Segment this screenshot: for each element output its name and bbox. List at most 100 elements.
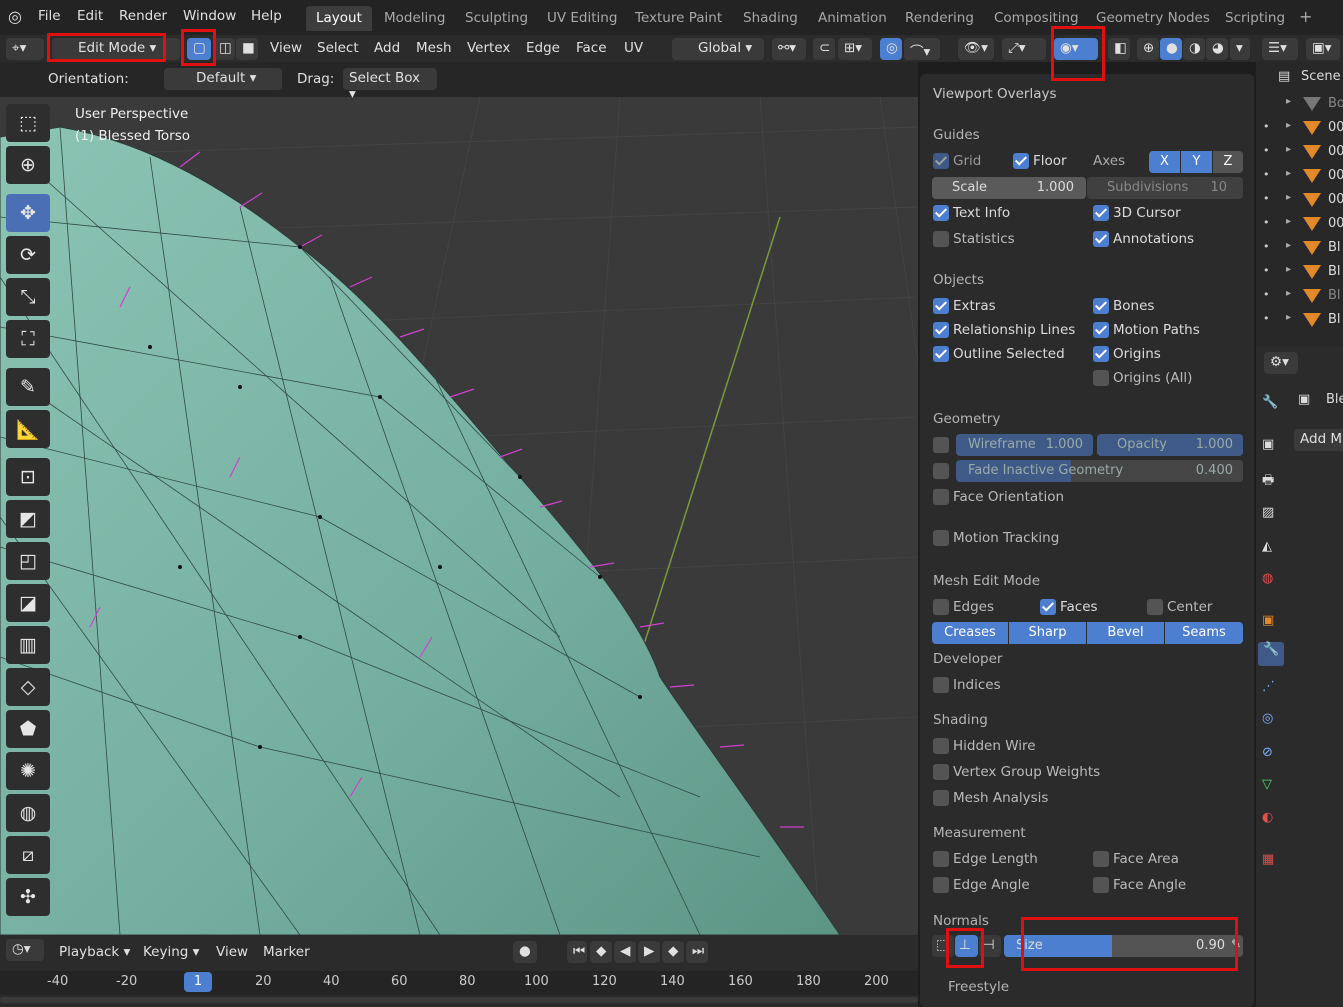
scene-props-icon[interactable]: ◭	[1262, 539, 1272, 554]
outliner-row[interactable]: • ▸ Bl	[1256, 308, 1343, 332]
physics-props-icon[interactable]: ◎	[1262, 711, 1273, 726]
motion-tracking-checkbox[interactable]	[933, 530, 949, 546]
menu-view[interactable]: View	[270, 40, 302, 56]
visibility-dot-icon[interactable]: •	[1263, 168, 1270, 181]
scale-icon[interactable]: ⤡	[6, 278, 50, 316]
data-props-icon[interactable]: ▽	[1262, 777, 1272, 792]
outliner-row[interactable]: • ▸ Bl	[1256, 284, 1343, 308]
outline-selected-checkbox[interactable]	[933, 346, 949, 362]
add-modifier-button[interactable]: Add M	[1294, 429, 1343, 451]
tab-compositing[interactable]: Compositing	[984, 6, 1089, 31]
shear-icon[interactable]: ⧄	[6, 836, 50, 874]
bevel-toggle[interactable]: Bevel	[1087, 622, 1164, 644]
timeline-view-menu[interactable]: View	[216, 944, 248, 960]
smooth-icon[interactable]: ◍	[6, 794, 50, 832]
playback-menu[interactable]: Playback ▾	[59, 944, 130, 960]
expand-arrow-icon[interactable]: ▸	[1286, 192, 1291, 203]
modifier-props-icon[interactable]: 🔧	[1258, 642, 1284, 666]
object-name[interactable]: Ble	[1326, 392, 1343, 407]
outliner-row[interactable]: • ▸ 00	[1256, 116, 1343, 140]
loop-cut-icon[interactable]: ▥	[6, 626, 50, 664]
menu-uv[interactable]: UV	[624, 40, 643, 56]
outliner-row[interactable]: • ▸ 00	[1256, 164, 1343, 188]
cursor-icon[interactable]: ⊕	[6, 146, 50, 184]
shrink-fatten-icon[interactable]: ✣	[6, 878, 50, 916]
text-info-checkbox[interactable]	[933, 205, 949, 221]
output-props-icon[interactable]: 🖶	[1262, 471, 1274, 493]
scale-field[interactable]: Scale 1.000	[932, 177, 1086, 199]
annotations-checkbox[interactable]	[1093, 231, 1109, 247]
bones-checkbox[interactable]	[1093, 298, 1109, 314]
face-select-mode[interactable]: ■	[236, 38, 258, 60]
opacity-field[interactable]: Opacity 1.000	[1097, 434, 1243, 456]
keying-menu[interactable]: Keying ▾	[143, 944, 199, 960]
tab-animation[interactable]: Animation	[808, 6, 897, 31]
eyedropper-icon[interactable]: ✎	[1231, 937, 1241, 951]
statistics-checkbox[interactable]	[933, 231, 949, 247]
menu-add[interactable]: Add	[374, 40, 400, 56]
rotate-icon[interactable]: ⟳	[6, 236, 50, 274]
expand-arrow-icon[interactable]: ▸	[1286, 120, 1291, 131]
axis-y-toggle[interactable]: Y	[1181, 151, 1212, 173]
snap-target-icon[interactable]: ⊞▾	[838, 38, 872, 60]
shading-options-icon[interactable]: ▾	[1230, 38, 1250, 60]
outliner-row[interactable]: ▸ Bo	[1256, 92, 1343, 116]
sharp-toggle[interactable]: Sharp	[1009, 622, 1086, 644]
constraints-props-icon[interactable]: ⊘	[1262, 745, 1273, 760]
menu-file[interactable]: File	[38, 8, 61, 24]
menu-edge[interactable]: Edge	[526, 40, 560, 56]
mode-select[interactable]: Edit Mode ▾	[52, 38, 180, 60]
outliner-row[interactable]: • ▸ 00	[1256, 212, 1343, 236]
view-layer-props-icon[interactable]: ▨	[1262, 505, 1274, 520]
outliner-row[interactable]: • ▸ Bl	[1256, 260, 1343, 284]
wireframe-field[interactable]: Wireframe 1.000	[956, 434, 1093, 456]
prev-keyframe-button[interactable]: ◆	[590, 941, 612, 963]
render-props-icon[interactable]: ▣	[1262, 437, 1274, 452]
visibility-dot-icon[interactable]: •	[1263, 120, 1270, 133]
expand-arrow-icon[interactable]: ▸	[1286, 312, 1291, 323]
add-cube-icon[interactable]: ⊡	[6, 458, 50, 496]
axis-z-toggle[interactable]: Z	[1213, 151, 1243, 173]
fade-inactive-field[interactable]: Fade Inactive Geometry 0.400	[956, 460, 1243, 482]
menu-edit[interactable]: Edit	[77, 8, 103, 24]
normals-size-field[interactable]: Size 0.90 ✎	[1004, 935, 1243, 957]
floor-checkbox[interactable]	[1013, 153, 1029, 169]
edges-checkbox[interactable]	[933, 599, 949, 615]
drag-select[interactable]: Select Box ▾	[343, 68, 437, 102]
transform-orientation-select[interactable]: Global ▾	[672, 38, 764, 60]
outliner-editor-icon[interactable]: ☰▾	[1262, 38, 1298, 60]
extrude-icon[interactable]: ◩	[6, 500, 50, 538]
visibility-icon[interactable]: 👁▾	[958, 38, 994, 60]
particles-props-icon[interactable]: ⋰	[1262, 679, 1275, 694]
falloff-icon[interactable]: ⌒▾	[904, 38, 940, 60]
bevel-icon[interactable]: ◪	[6, 584, 50, 622]
proportional-edit-icon[interactable]: ◎	[880, 38, 902, 60]
blender-logo-icon[interactable]: ◎	[8, 7, 22, 26]
origins-all-checkbox[interactable]	[1093, 370, 1109, 386]
mesh-analysis-checkbox[interactable]	[933, 790, 949, 806]
tab-rendering[interactable]: Rendering	[895, 6, 984, 31]
menu-window[interactable]: Window	[183, 8, 236, 24]
origins-checkbox[interactable]	[1093, 346, 1109, 362]
menu-help[interactable]: Help	[251, 8, 282, 24]
expand-arrow-icon[interactable]: ▸	[1286, 168, 1291, 179]
face-normals-icon[interactable]: ⊣	[979, 935, 1001, 957]
expand-arrow-icon[interactable]: ▸	[1286, 216, 1291, 227]
gizmo-icon[interactable]: ⤢▾	[1002, 38, 1046, 60]
outliner-row[interactable]: • ▸ 00	[1256, 140, 1343, 164]
pivot-icon[interactable]: ⚯▾	[772, 38, 806, 60]
edge-length-checkbox[interactable]	[933, 851, 949, 867]
material-props-icon[interactable]: ◐	[1262, 810, 1273, 825]
visibility-dot-icon[interactable]: •	[1263, 312, 1270, 325]
snap-icon[interactable]: ⊂	[813, 38, 835, 60]
editor-type-button[interactable]: ⌖▾	[6, 38, 44, 60]
vertex-normals-icon[interactable]: ⬚	[932, 935, 954, 957]
split-normals-icon[interactable]: ⊥	[955, 935, 978, 957]
spin-icon[interactable]: ✺	[6, 752, 50, 790]
menu-render[interactable]: Render	[119, 8, 167, 24]
timeline-editor-icon[interactable]: ◷▾	[6, 939, 44, 961]
extras-checkbox[interactable]	[933, 298, 949, 314]
menu-vertex[interactable]: Vertex	[467, 40, 510, 56]
motion-paths-checkbox[interactable]	[1093, 322, 1109, 338]
play-button[interactable]: ▶	[638, 941, 660, 963]
